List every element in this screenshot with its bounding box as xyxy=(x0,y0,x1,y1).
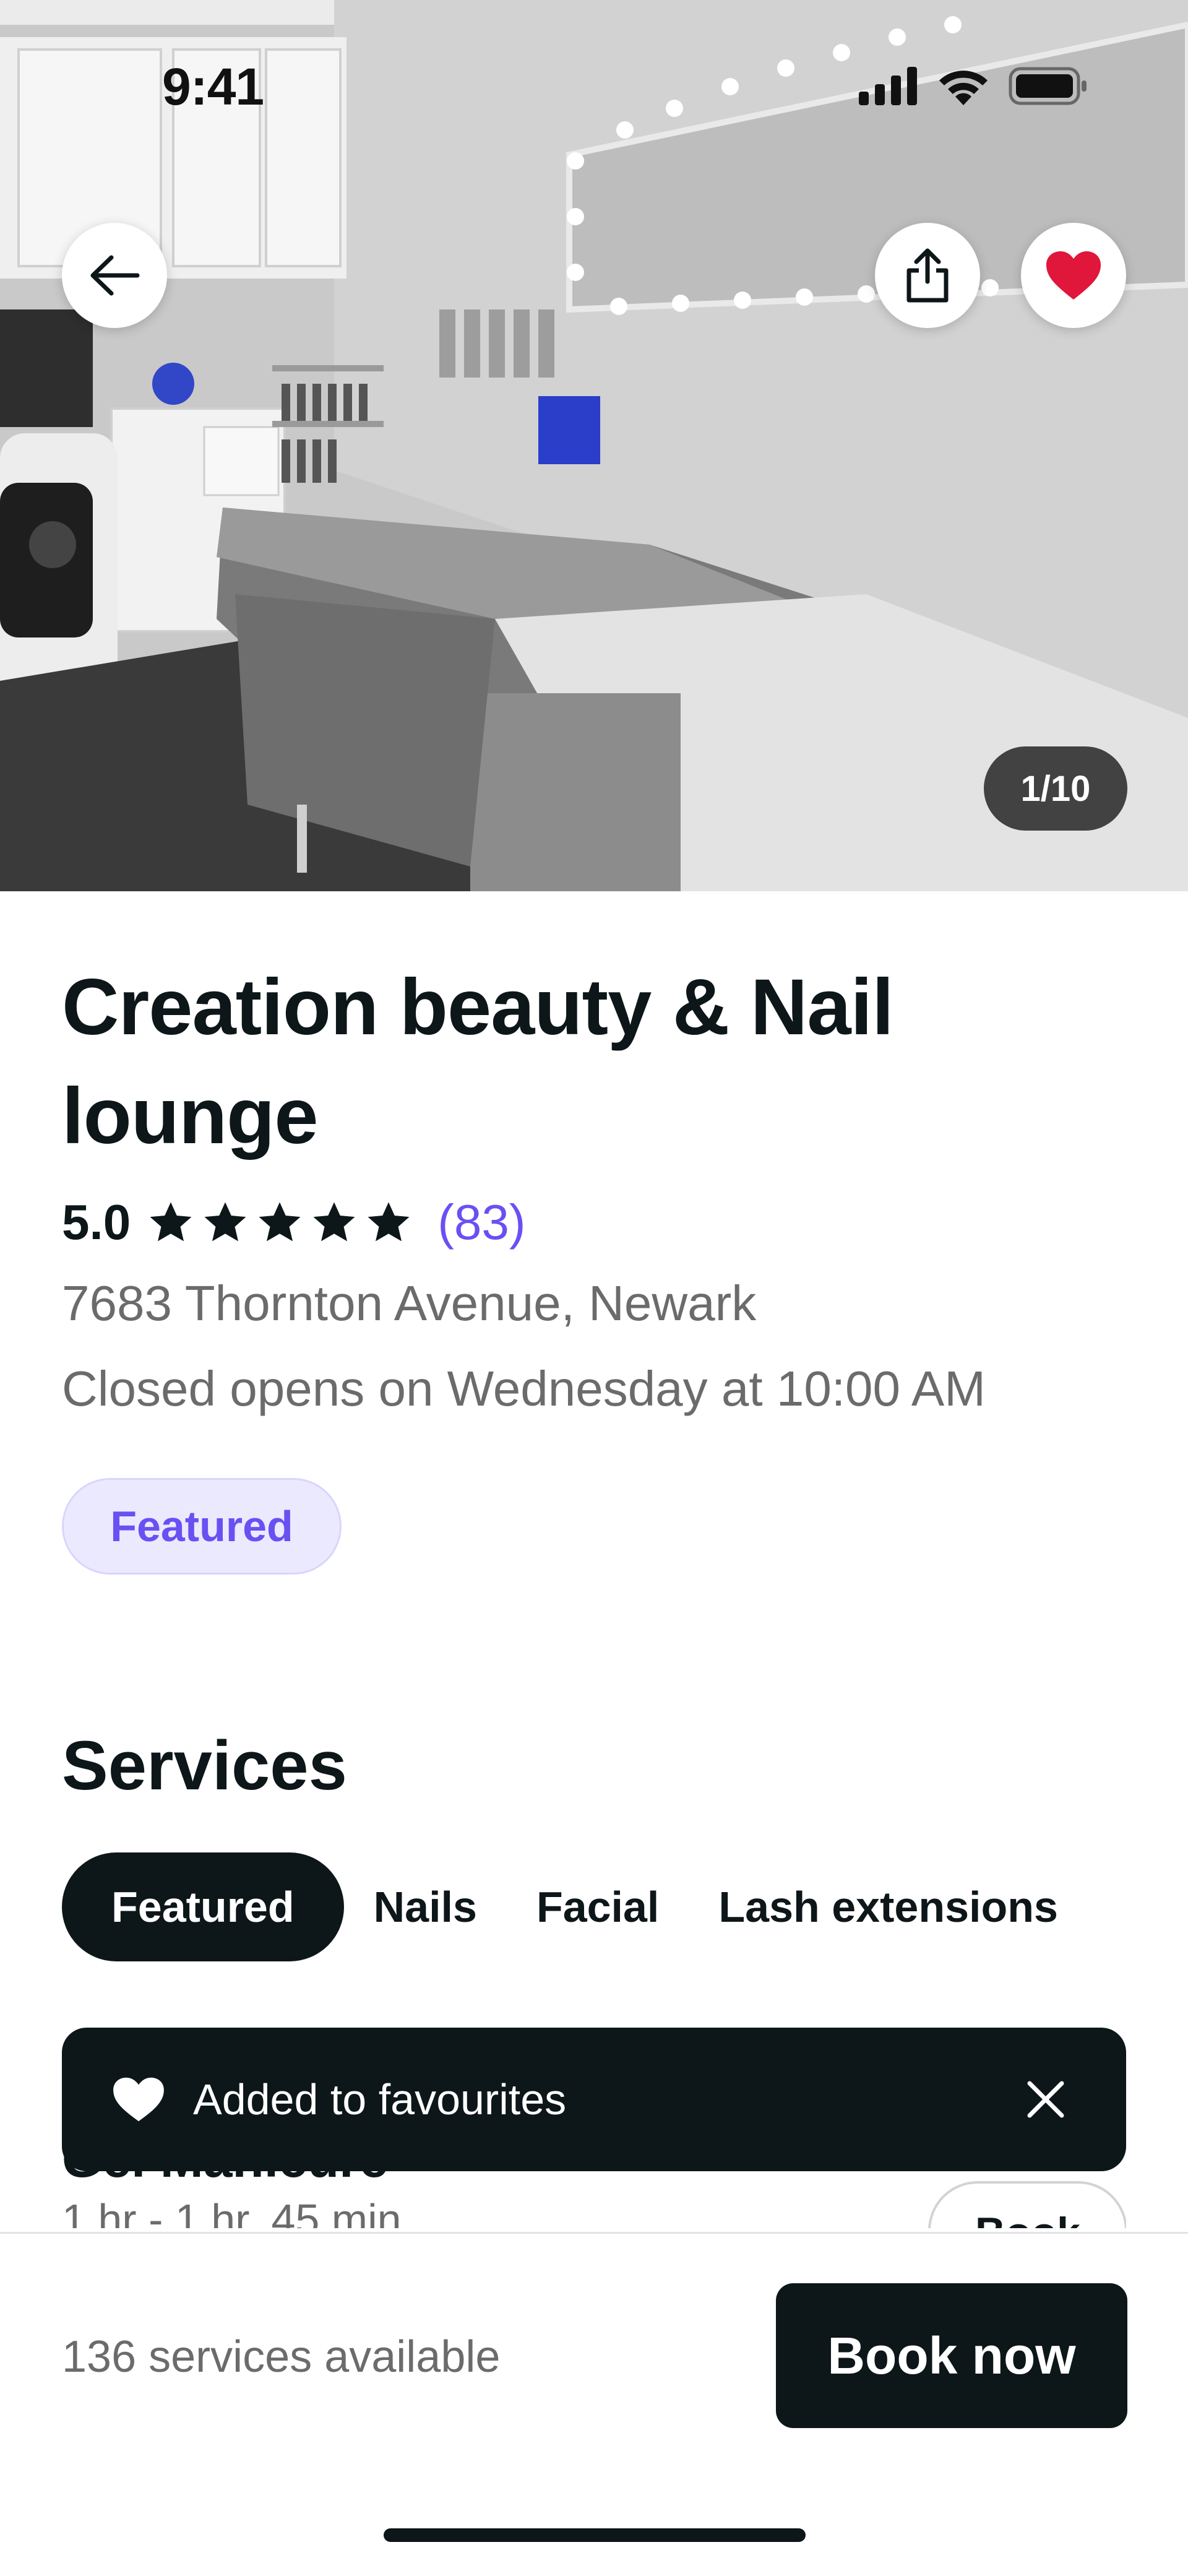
close-icon[interactable] xyxy=(1015,2068,1077,2130)
review-count-link[interactable]: (83) xyxy=(437,1194,525,1251)
status-icons xyxy=(859,67,1089,105)
star-icon xyxy=(150,1202,192,1242)
book-now-button[interactable]: Book now xyxy=(776,2283,1127,2428)
tab-nails[interactable]: Nails xyxy=(344,1852,507,1961)
services-heading: Services xyxy=(62,1727,347,1804)
featured-badge: Featured xyxy=(62,1478,342,1575)
rating-value: 5.0 xyxy=(62,1195,131,1250)
status-time: 9:41 xyxy=(162,58,264,116)
wifi-icon xyxy=(939,71,988,105)
heart-outline-icon xyxy=(111,2075,166,2124)
star-icon xyxy=(204,1202,246,1242)
tab-featured[interactable]: Featured xyxy=(62,1852,344,1961)
rating-row[interactable]: 5.0 (83) xyxy=(62,1188,525,1256)
arrow-left-icon xyxy=(90,255,140,296)
status-bar: 9:41 xyxy=(0,0,1188,116)
rating-stars xyxy=(148,1201,411,1244)
service-category-tabs: Featured Nails Facial Lash extensions xyxy=(62,1852,1088,1961)
toast-message: Added to favourites xyxy=(193,2075,567,2124)
favorite-button[interactable] xyxy=(1021,223,1126,328)
hero-gallery[interactable]: 9:41 1/10 xyxy=(0,0,1188,891)
favourites-toast: Added to favourites xyxy=(62,2028,1126,2171)
tab-facial[interactable]: Facial xyxy=(507,1852,689,1961)
back-button[interactable] xyxy=(62,223,167,328)
services-available-count: 136 services available xyxy=(62,2332,501,2382)
service-book-button[interactable]: Book xyxy=(928,2181,1126,2228)
bottom-booking-bar: 136 services available Book now xyxy=(0,2232,1188,2576)
service-duration: 1 hr - 1 hr, 45 min xyxy=(62,2195,402,2228)
battery-icon xyxy=(1009,67,1087,105)
heart-filled-icon xyxy=(1046,251,1101,300)
share-icon xyxy=(906,248,949,303)
star-icon xyxy=(259,1202,301,1242)
home-indicator[interactable] xyxy=(384,2528,806,2542)
tab-lash-extensions[interactable]: Lash extensions xyxy=(689,1852,1088,1961)
venue-address[interactable]: 7683 Thornton Avenue, Newark xyxy=(62,1275,756,1332)
star-icon xyxy=(368,1202,410,1242)
share-button[interactable] xyxy=(875,223,980,328)
star-icon xyxy=(313,1202,355,1242)
photo-counter: 1/10 xyxy=(984,746,1127,831)
opening-hours[interactable]: Closed opens on Wednesday at 10:00 AM xyxy=(62,1360,986,1417)
cellular-signal-icon xyxy=(859,67,917,105)
venue-name: Creation beauty & Nail lounge xyxy=(62,963,894,1160)
